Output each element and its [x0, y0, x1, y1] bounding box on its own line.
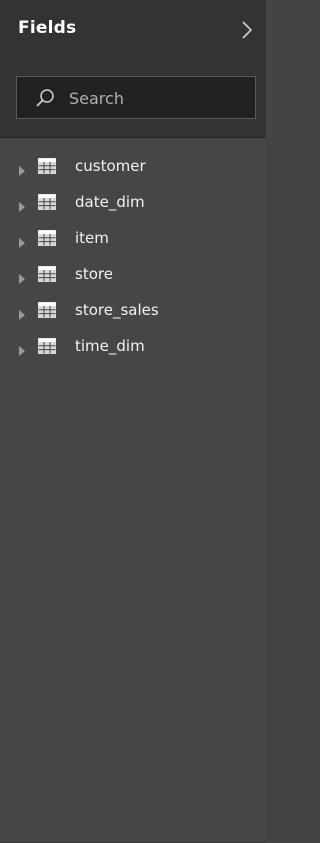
pane-title: Fields — [18, 18, 77, 38]
table-name: date_dim — [75, 193, 145, 211]
table-row[interactable]: item — [0, 221, 266, 257]
expand-caret-icon[interactable] — [18, 197, 26, 212]
table-name: item — [75, 229, 109, 247]
table-icon — [38, 194, 56, 210]
expand-caret-icon[interactable] — [18, 161, 26, 176]
fields-pane-header: Fields — [0, 0, 266, 66]
expand-caret-icon[interactable] — [18, 233, 26, 248]
search-icon — [35, 88, 55, 108]
table-icon — [38, 230, 56, 246]
table-row[interactable]: time_dim — [0, 329, 266, 365]
table-list: customer date_dimitem store store_salestime… — [0, 149, 266, 365]
table-icon — [38, 266, 56, 282]
search-input[interactable] — [69, 85, 249, 111]
table-name: time_dim — [75, 337, 145, 355]
table-name: store_sales — [75, 301, 159, 319]
chevron-right-icon[interactable] — [238, 18, 256, 42]
fields-pane: Fields customer date_dimitem store store_sa… — [0, 0, 266, 843]
table-row[interactable]: store — [0, 257, 266, 293]
search-box[interactable] — [16, 76, 256, 119]
expand-caret-icon[interactable] — [18, 341, 26, 356]
search-area — [0, 66, 266, 138]
table-icon — [38, 158, 56, 174]
table-name: store — [75, 265, 113, 283]
table-name: customer — [75, 157, 146, 175]
table-icon — [38, 302, 56, 318]
table-row[interactable]: customer — [0, 149, 266, 185]
expand-caret-icon[interactable] — [18, 269, 26, 284]
table-icon — [38, 338, 56, 354]
expand-caret-icon[interactable] — [18, 305, 26, 320]
table-row[interactable]: store_sales — [0, 293, 266, 329]
table-row[interactable]: date_dim — [0, 185, 266, 221]
